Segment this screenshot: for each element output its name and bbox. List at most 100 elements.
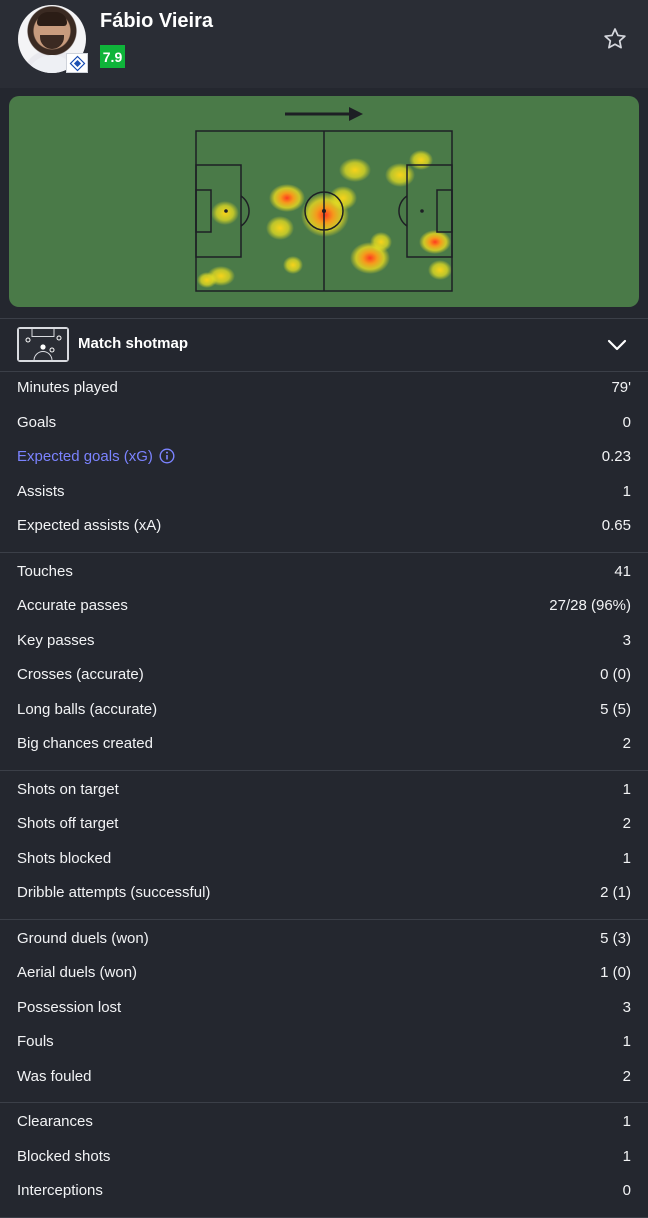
stat-label: Was fouled xyxy=(17,1068,91,1085)
stat-row: Goals 0 xyxy=(0,406,648,441)
stat-label: Key passes xyxy=(17,632,95,649)
stat-value: 79' xyxy=(611,379,631,396)
stat-value: 1 xyxy=(622,1147,631,1165)
stat-row: Possession lost 3 xyxy=(0,991,648,1026)
stat-value: 0 (0) xyxy=(600,666,631,683)
stat-label: Assists xyxy=(17,483,65,500)
stat-value: 3 xyxy=(622,631,631,649)
stat-label-text: Shots on target xyxy=(17,780,119,798)
stat-label-text: Accurate passes xyxy=(17,597,128,614)
stat-label-text: Assists xyxy=(17,482,65,500)
stat-value: 0.65 xyxy=(601,517,631,534)
stat-value: 3 xyxy=(622,998,631,1016)
stat-label: Possession lost xyxy=(17,999,121,1016)
stat-row: Shots blocked 1 xyxy=(0,842,648,877)
stats-group: Touches 41 Accurate passes 27/28 (96%) Key p… xyxy=(0,553,648,771)
stat-row: Fouls 1 xyxy=(0,1025,648,1060)
shotmap-label: Match shotmap xyxy=(78,335,189,352)
stat-value: 1 (0) xyxy=(600,964,631,981)
stat-row: Dribble attempts (successful) 2 (1) xyxy=(0,876,648,911)
stat-label: Minutes played xyxy=(17,379,118,396)
shotmap-thumbnail-icon xyxy=(17,327,69,362)
stat-label-text: Fouls xyxy=(17,1033,54,1050)
stat-row: Big chances created 2 xyxy=(0,727,648,762)
stat-row: Ground duels (won) 5 (3) xyxy=(0,922,648,957)
stat-value: 2 xyxy=(622,735,631,752)
stat-label-text: Blocked shots xyxy=(17,1147,111,1165)
stat-row: Long balls (accurate) 5 (5) xyxy=(0,693,648,728)
stat-label-text: Key passes xyxy=(17,631,95,649)
stat-label: Shots off target xyxy=(17,815,118,832)
stat-label-text: Aerial duels (won) xyxy=(17,964,138,981)
stat-label-text: Crosses (accurate) xyxy=(17,666,144,683)
stat-label-text: Touches xyxy=(17,562,73,580)
stat-label: Big chances created xyxy=(17,735,153,752)
stat-row: Minutes played 79' xyxy=(0,371,648,406)
stats-group: Minutes played 79' Goals 0 Expected goals (x… xyxy=(0,371,648,553)
stat-value: 1 xyxy=(622,1033,631,1050)
stats-group: Shots on target 1 Shots off target 2 Shots b… xyxy=(0,771,648,920)
stat-label-text: Shots off target xyxy=(17,815,119,832)
player-name: Fábio Vieira xyxy=(100,10,214,32)
stat-label: Expected assists (xA) xyxy=(17,517,161,534)
chevron-down-icon[interactable] xyxy=(606,335,628,355)
stat-label: Clearances xyxy=(17,1113,93,1130)
stat-label: Blocked shots xyxy=(17,1148,110,1165)
stat-label-text: Was fouled xyxy=(17,1067,92,1085)
stat-label-text: Expected goals (xG) xyxy=(17,448,153,465)
stat-label-text: Big chances created xyxy=(17,735,153,752)
stat-row: Aerial duels (won) 1 (0) xyxy=(0,956,648,991)
stats-group: Clearances 1 Blocked shots 1 Interceptions 0 xyxy=(0,1103,648,1218)
stat-value: 0 xyxy=(622,1182,631,1199)
stat-value: 1 xyxy=(622,482,631,500)
stat-label: Touches xyxy=(17,563,73,580)
stat-label-text: Clearances xyxy=(17,1113,93,1130)
stat-value: 27/28 (96%) xyxy=(549,597,631,614)
info-icon[interactable] xyxy=(159,448,175,464)
stat-label-text: Long balls (accurate) xyxy=(17,700,158,718)
match-shotmap-toggle[interactable]: Match shotmap xyxy=(0,318,648,372)
stat-row[interactable]: Expected goals (xG) 0.23 xyxy=(0,440,648,475)
stat-label-text: Shots blocked xyxy=(17,849,112,867)
stat-row: Clearances 1 xyxy=(0,1105,648,1140)
stat-row: Was fouled 2 xyxy=(0,1060,648,1095)
stat-label-text: Dribble attempts (successful) xyxy=(17,884,211,901)
stat-value: 2 xyxy=(622,815,631,832)
stat-row: Key passes 3 xyxy=(0,624,648,659)
stat-row: Blocked shots 1 xyxy=(0,1140,648,1175)
stat-label: Shots blocked xyxy=(17,850,111,867)
stat-row: Assists 1 xyxy=(0,475,648,510)
stat-label[interactable]: Expected goals (xG) xyxy=(17,448,175,465)
stat-value: 1 xyxy=(622,849,631,867)
player-heatmap xyxy=(9,96,639,307)
attack-direction-arrow-icon xyxy=(285,107,363,121)
stat-row: Crosses (accurate) 0 (0) xyxy=(0,658,648,693)
stat-label-text: Expected assists (xA) xyxy=(17,517,162,534)
stat-value: 0.23 xyxy=(601,448,631,465)
stat-value: 1 xyxy=(622,1113,631,1130)
stat-label-text: Ground duels (won) xyxy=(17,929,149,947)
stat-label-text: Goals xyxy=(17,413,57,431)
stat-label: Crosses (accurate) xyxy=(17,666,144,683)
stat-label: Interceptions xyxy=(17,1182,103,1199)
stat-row: Shots off target 2 xyxy=(0,807,648,842)
stat-label: Shots on target xyxy=(17,781,119,798)
stat-label: Dribble attempts (successful) xyxy=(17,884,210,901)
stat-value: 5 (5) xyxy=(600,700,631,718)
player-rating-badge: 7.9 xyxy=(100,45,125,68)
stat-label: Long balls (accurate) xyxy=(17,701,157,718)
stats-group: Ground duels (won) 5 (3) Aerial duels (won… xyxy=(0,920,648,1103)
stat-value: 41 xyxy=(614,562,631,580)
stat-label: Accurate passes xyxy=(17,597,128,614)
stat-label: Ground duels (won) xyxy=(17,930,149,947)
stat-label: Fouls xyxy=(17,1033,54,1050)
stat-label-text: Interceptions xyxy=(17,1182,103,1199)
stat-row: Touches 41 xyxy=(0,555,648,590)
star-icon[interactable] xyxy=(602,26,628,52)
player-header: Fábio Vieira 7.9 xyxy=(0,0,648,88)
stat-row: Shots on target 1 xyxy=(0,773,648,808)
stat-row: Accurate passes 27/28 (96%) xyxy=(0,589,648,624)
stat-value: 2 (1) xyxy=(600,884,631,901)
stat-value: 1 xyxy=(622,780,631,798)
stat-value: 0 xyxy=(622,413,631,431)
